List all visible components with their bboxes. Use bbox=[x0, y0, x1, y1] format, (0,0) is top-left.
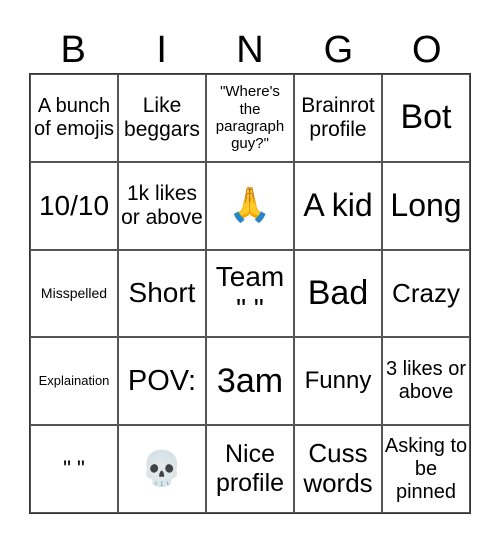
header-letter: O bbox=[412, 29, 442, 71]
bingo-cell[interactable]: Bad bbox=[294, 249, 382, 338]
bingo-cell[interactable]: Like beggars bbox=[118, 74, 206, 162]
bingo-cell[interactable]: 🙏 bbox=[206, 161, 294, 250]
bingo-cell[interactable]: Bot bbox=[382, 74, 470, 162]
bingo-cell[interactable]: Short bbox=[118, 249, 206, 338]
bingo-cell[interactable]: 10/10 bbox=[30, 161, 118, 250]
header-letter: I bbox=[156, 29, 167, 71]
bingo-cell[interactable]: Brainrot profile bbox=[294, 74, 382, 162]
bingo-cell[interactable]: Asking to be pinned bbox=[382, 425, 470, 513]
header-letter: G bbox=[323, 29, 354, 71]
bingo-cell[interactable]: Misspelled bbox=[30, 249, 118, 338]
bingo-cell[interactable]: Funny bbox=[294, 337, 382, 426]
header-letter: B bbox=[60, 29, 86, 71]
bingo-cell[interactable]: 3am bbox=[206, 337, 294, 426]
bingo-cell[interactable]: "Where's the paragraph guy?" bbox=[206, 74, 294, 162]
bingo-cell[interactable]: Nice profile bbox=[206, 425, 294, 513]
bingo-cell[interactable]: Cuss words bbox=[294, 425, 382, 513]
bingo-cell[interactable]: Team " " bbox=[206, 249, 294, 338]
bingo-cell[interactable]: 💀 bbox=[118, 425, 206, 513]
header-letter: N bbox=[236, 29, 264, 71]
bingo-header: B I N G O bbox=[29, 28, 471, 72]
bingo-cell[interactable]: A kid bbox=[294, 161, 382, 250]
bingo-cell[interactable]: " " bbox=[30, 425, 118, 513]
bingo-cell[interactable]: 3 likes or above bbox=[382, 337, 470, 426]
bingo-cell[interactable]: Crazy bbox=[382, 249, 470, 338]
bingo-cell[interactable]: Explaination bbox=[30, 337, 118, 426]
bingo-cell[interactable]: Long bbox=[382, 161, 470, 250]
bingo-cell[interactable]: POV: bbox=[118, 337, 206, 426]
bingo-cell[interactable]: A bunch of emojis bbox=[30, 74, 118, 162]
bingo-card: A bunch of emojis Like beggars "Where's th… bbox=[29, 73, 471, 514]
bingo-cell[interactable]: 1k likes or above bbox=[118, 161, 206, 250]
